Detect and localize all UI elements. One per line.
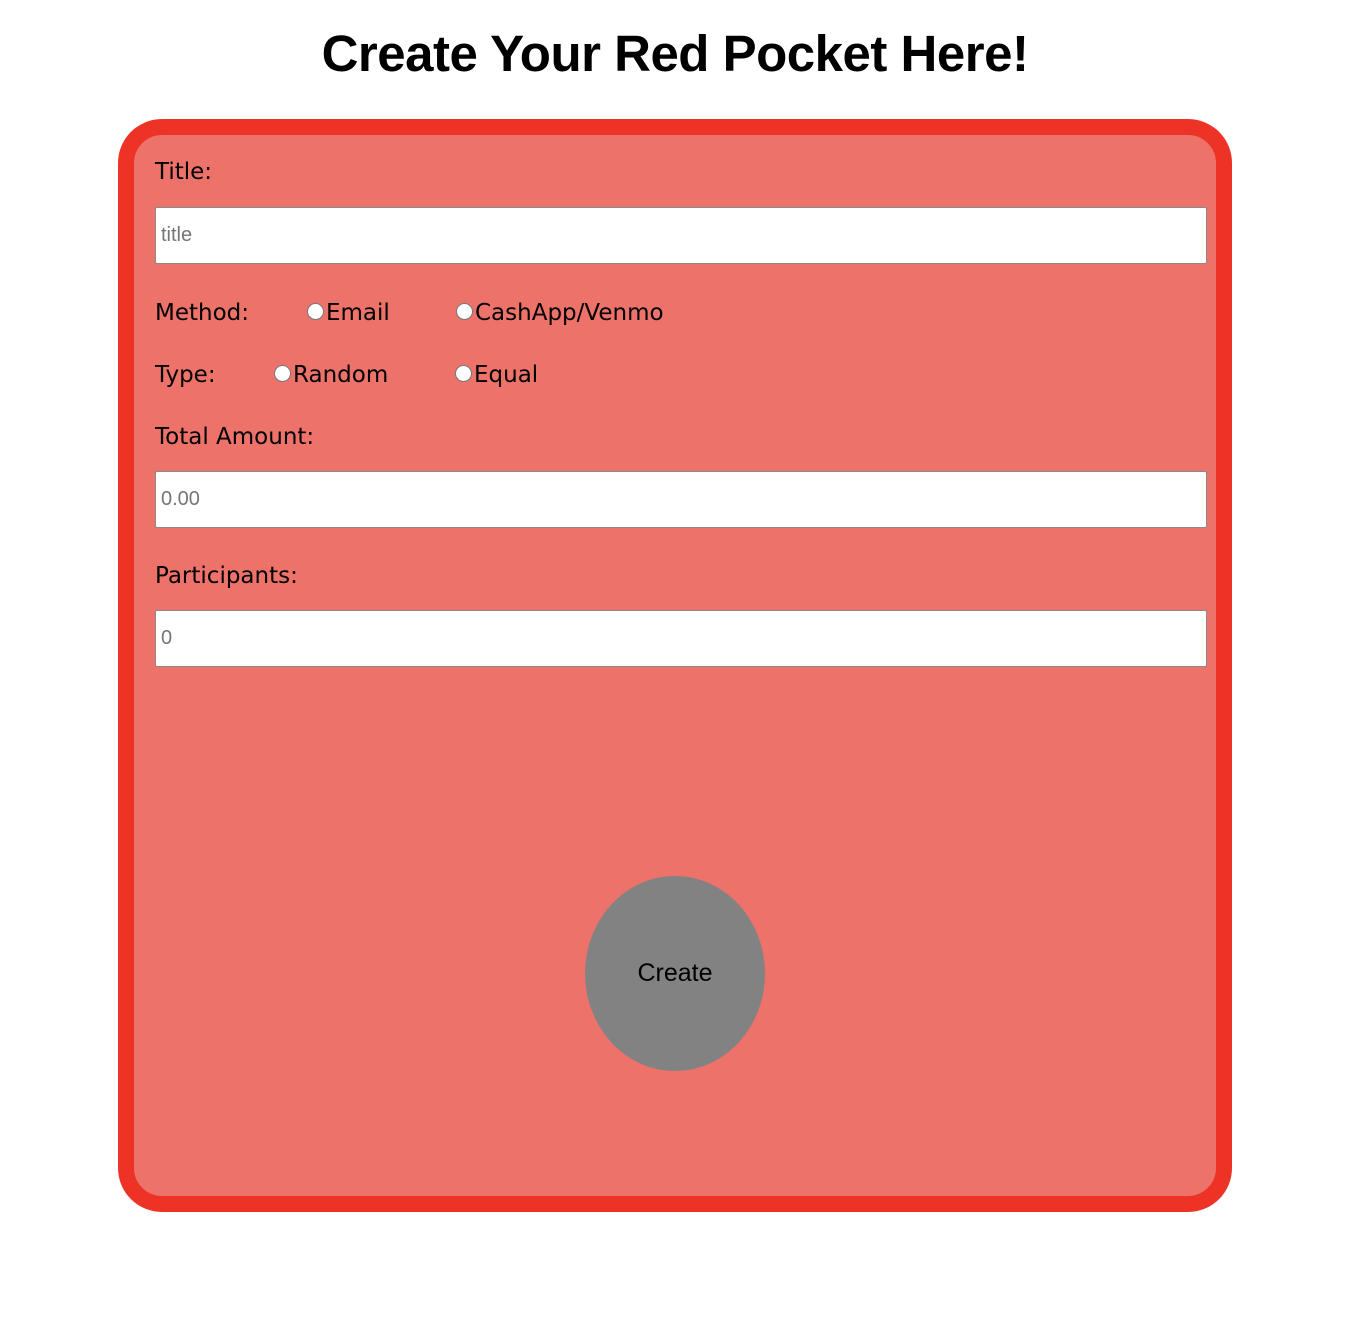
title-input[interactable]	[155, 207, 1207, 264]
random-option-label: Random	[293, 362, 389, 388]
title-label: Title:	[155, 159, 213, 185]
equal-option-label: Equal	[474, 362, 539, 388]
type-label: Type:	[155, 362, 216, 388]
email-radio[interactable]	[307, 302, 324, 320]
page-title: Create Your Red Pocket Here!	[321, 25, 1029, 82]
red-pocket-form: Title: Method: Email CashApp/Venmo Type:…	[118, 119, 1232, 1212]
method-option-email[interactable]: Email	[307, 298, 390, 328]
total-amount-label: Total Amount:	[155, 424, 315, 450]
participants-label: Participants:	[155, 563, 298, 589]
type-option-random[interactable]: Random	[274, 360, 388, 390]
type-option-equal[interactable]: Equal	[455, 360, 538, 390]
cashapp-venmo-radio[interactable]	[456, 302, 473, 320]
email-option-label: Email	[326, 300, 390, 326]
equal-radio[interactable]	[455, 364, 472, 382]
total-amount-input[interactable]	[155, 471, 1207, 528]
cashapp-venmo-option-label: CashApp/Venmo	[475, 300, 664, 326]
method-label: Method:	[155, 300, 250, 326]
method-option-cashapp-venmo[interactable]: CashApp/Venmo	[456, 298, 664, 328]
create-button[interactable]: Create	[585, 876, 765, 1071]
participants-input[interactable]	[155, 610, 1207, 667]
random-radio[interactable]	[274, 364, 291, 382]
